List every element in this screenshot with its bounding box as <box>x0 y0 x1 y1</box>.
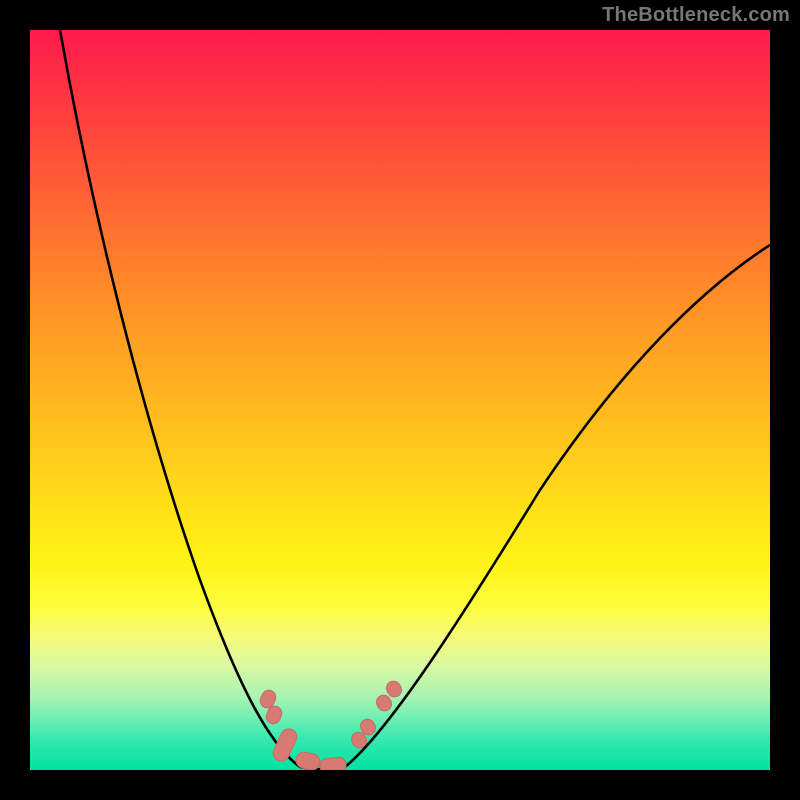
valley-markers-group <box>258 679 404 770</box>
right-branch-path <box>345 245 770 767</box>
outer-frame: TheBottleneck.com <box>0 0 800 800</box>
watermark-text: TheBottleneck.com <box>602 4 790 27</box>
valley-marker <box>319 757 346 770</box>
left-branch-path <box>60 30 300 767</box>
bottleneck-curve-layer <box>30 30 770 770</box>
valley-marker <box>271 726 300 764</box>
plot-area <box>30 30 770 770</box>
